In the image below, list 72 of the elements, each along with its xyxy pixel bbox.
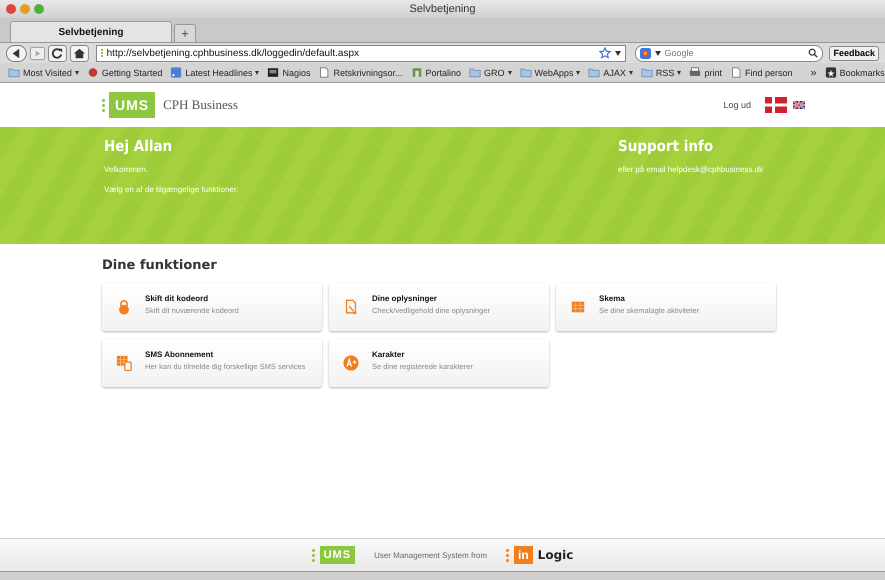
search-box[interactable]: Google (635, 44, 824, 62)
bookmark-item[interactable]: Latest Headlines (170, 67, 260, 78)
function-title: SMS Abonnement (145, 350, 214, 358)
welcome-text: Vælg en af de tilgængelige funktioner. (104, 185, 240, 194)
bookmark-item[interactable]: Nagios (267, 67, 310, 78)
welcome-text: Velkommen. (104, 165, 150, 174)
feedback-button[interactable]: Feedback (829, 46, 879, 60)
folder-icon (640, 67, 653, 78)
inlogic-logo-name: Logic (538, 548, 574, 562)
greeting-heading: Hej Allan (104, 137, 174, 155)
window-title: Selvbetjening (409, 3, 476, 15)
function-title: Skema (599, 294, 626, 302)
bookmark-item[interactable]: Find person (730, 67, 792, 78)
search-icon[interactable] (808, 48, 818, 58)
function-title: Karakter (372, 350, 406, 358)
ums-logo: UMS (320, 546, 356, 564)
ums-logo: UMS (109, 92, 156, 118)
section-heading: Dine funktioner (102, 258, 218, 273)
bookmark-item[interactable]: GRO (469, 67, 512, 78)
bookmark-item[interactable]: Getting Started (86, 67, 162, 78)
page-icon (318, 67, 330, 78)
back-button[interactable] (6, 44, 27, 62)
address-field[interactable]: http://selvbetjening.cphbusiness.dk/loggedin/default.aspx (96, 44, 626, 62)
logo-dots-icon (506, 548, 509, 562)
printer-icon (689, 67, 702, 78)
dropdown-icon (628, 70, 633, 74)
dropdown-icon (576, 70, 580, 74)
danish-flag-icon[interactable] (765, 97, 787, 113)
logo-dots-icon (312, 548, 315, 562)
logo-dots-icon (102, 98, 105, 112)
browser-tab[interactable]: Selvbetjening (10, 21, 172, 42)
bookmark-item[interactable]: Most Visited (8, 67, 79, 78)
document-icon (343, 299, 359, 315)
dropdown-icon (508, 70, 512, 74)
phone-icon (116, 355, 132, 371)
bookmark-item[interactable]: WebApps (520, 67, 580, 78)
dropdown-icon (255, 70, 260, 74)
logout-link[interactable]: Log ud (723, 100, 751, 110)
bookmark-item[interactable]: Retskrivningsor... (318, 67, 402, 78)
monitor-icon (267, 67, 280, 78)
bookmarks-icon (824, 67, 837, 78)
folder-icon (469, 67, 482, 78)
british-flag-icon[interactable] (793, 101, 805, 109)
home-button[interactable] (70, 44, 89, 62)
bookmark-item[interactable]: AJAX (588, 67, 633, 78)
grade-icon (343, 355, 359, 371)
bookmark-item[interactable]: print (689, 67, 722, 78)
dropdown-icon[interactable] (615, 50, 622, 56)
star-icon[interactable] (599, 47, 612, 59)
dropdown-icon (74, 70, 79, 74)
folder-icon (520, 67, 532, 78)
close-button[interactable] (6, 4, 16, 14)
bookmarks-menu[interactable]: Bookmarks (824, 67, 885, 78)
support-heading: Support info (618, 137, 714, 155)
inlogic-logo-mark: in (514, 546, 533, 564)
folder-icon (8, 67, 20, 78)
bookmark-item[interactable]: RSS (640, 67, 682, 78)
function-title: Skift dit kodeord (145, 294, 210, 302)
footer-text: User Management System from (374, 550, 487, 560)
site-name: CPH Business (163, 97, 238, 113)
function-title: Dine oplysninger (372, 294, 438, 302)
support-text: eller på email helpdesk@cphbusiness.dk (618, 165, 764, 174)
reload-button[interactable] (48, 44, 67, 62)
more-bookmarks-button[interactable]: » (810, 66, 817, 78)
google-icon (640, 48, 652, 58)
bookmark-item[interactable]: Portalino (410, 67, 462, 78)
page-icon (730, 67, 742, 78)
dropdown-icon (677, 70, 682, 74)
folder-icon (588, 67, 600, 78)
lock-icon (116, 299, 132, 315)
calendar-icon (570, 299, 586, 315)
new-tab-button[interactable]: + (174, 24, 196, 42)
